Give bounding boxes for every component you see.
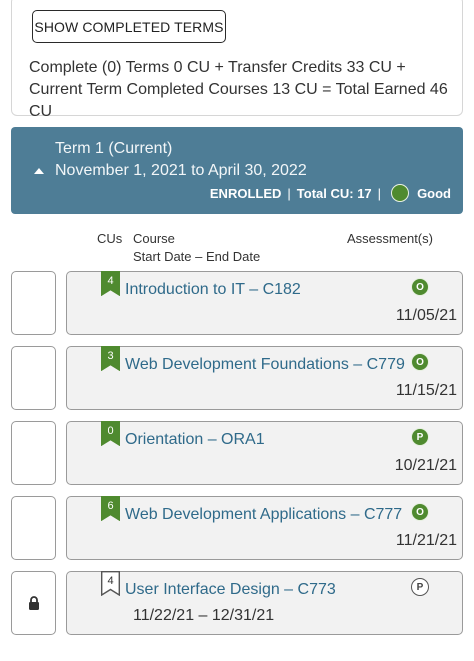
term-total-cu: Total CU: 17 bbox=[296, 185, 372, 201]
show-completed-terms-button[interactable]: SHOW COMPLETED TERMS bbox=[32, 10, 226, 43]
course-card[interactable]: 4 User Interface Design – C773 P 11/22/21 –… bbox=[66, 571, 463, 635]
cu-flag-icon: 4 bbox=[101, 571, 120, 596]
row-select-box[interactable] bbox=[11, 346, 56, 410]
assessment-badge-icon[interactable]: P bbox=[411, 428, 429, 446]
enrollment-status: ENROLLED bbox=[209, 185, 282, 201]
cu-flag-icon: 3 bbox=[101, 346, 120, 371]
assessment-badge-icon[interactable]: P bbox=[411, 578, 429, 596]
term-status-row: ENROLLED | Total CU: 17 | Good bbox=[210, 182, 451, 204]
term-dates: November 1, 2021 to April 30, 2022 bbox=[55, 162, 307, 179]
caret-up-icon[interactable] bbox=[34, 168, 44, 174]
row-select-box[interactable] bbox=[11, 421, 56, 485]
term-title: Term 1 (Current) bbox=[55, 140, 173, 157]
assessment-date: 11/05/21 bbox=[395, 307, 457, 324]
assessment-badge-icon[interactable]: O bbox=[411, 353, 429, 371]
separator: | bbox=[287, 185, 291, 201]
course-card[interactable]: 3 Web Development Foundations – C779 O 11/1… bbox=[66, 346, 463, 410]
course-cu-value: 4 bbox=[107, 275, 114, 287]
assessment-date: 11/15/21 bbox=[395, 382, 457, 399]
assessment-badge-icon[interactable]: O bbox=[411, 278, 429, 296]
assessment-date: 10/21/21 bbox=[394, 457, 457, 474]
row-select-box[interactable] bbox=[11, 496, 56, 560]
course-cu-value: 3 bbox=[107, 350, 114, 362]
status-indicator-icon bbox=[391, 184, 410, 202]
assessment-badge-icon[interactable]: O bbox=[411, 503, 429, 521]
course-card[interactable]: 4 Introduction to IT – C182 O 11/05/21 bbox=[66, 271, 463, 335]
lock-icon bbox=[29, 596, 39, 610]
summary-card: SHOW COMPLETED TERMS Complete (0) Terms … bbox=[11, 0, 463, 120]
column-header-dates: Start Date – End Date bbox=[133, 249, 261, 264]
column-header-assessments: Assessment(s) bbox=[347, 231, 433, 246]
term-health-label: Good bbox=[417, 185, 451, 201]
separator: | bbox=[377, 185, 382, 201]
course-title-link[interactable]: User Interface Design – C773 bbox=[125, 581, 336, 599]
course-cu-value: 4 bbox=[107, 575, 114, 587]
cu-flag-icon: 6 bbox=[101, 496, 120, 521]
column-header-course: Course bbox=[133, 231, 175, 246]
course-title-link[interactable]: Introduction to IT – C182 bbox=[125, 281, 301, 299]
course-cu-value: 6 bbox=[107, 500, 114, 512]
course-card[interactable]: 6 Web Development Applications – C777 O 11/… bbox=[66, 496, 463, 560]
cu-flag-icon: 0 bbox=[101, 421, 120, 446]
cu-flag-icon: 4 bbox=[101, 271, 120, 296]
course-title-link[interactable]: Web Development Foundations – C779 bbox=[125, 356, 405, 374]
column-header-cus: CUs bbox=[97, 231, 123, 246]
term-header[interactable]: Term 1 (Current) November 1, 2021 to Apr… bbox=[11, 127, 463, 214]
course-cu-value: 0 bbox=[107, 425, 114, 437]
course-title-link[interactable]: Web Development Applications – C777 bbox=[125, 506, 402, 524]
row-select-box[interactable] bbox=[11, 571, 56, 635]
row-select-box[interactable] bbox=[11, 271, 56, 335]
course-card[interactable]: 0 Orientation – ORA1 P 10/21/21 bbox=[66, 421, 463, 485]
course-title-link[interactable]: Orientation – ORA1 bbox=[125, 431, 265, 449]
course-date-range: 11/22/21 – 12/31/21 bbox=[133, 607, 275, 624]
earned-credits-summary: Complete (0) Terms 0 CU + Transfer Credi… bbox=[29, 59, 448, 120]
assessment-date: 11/21/21 bbox=[395, 532, 457, 549]
